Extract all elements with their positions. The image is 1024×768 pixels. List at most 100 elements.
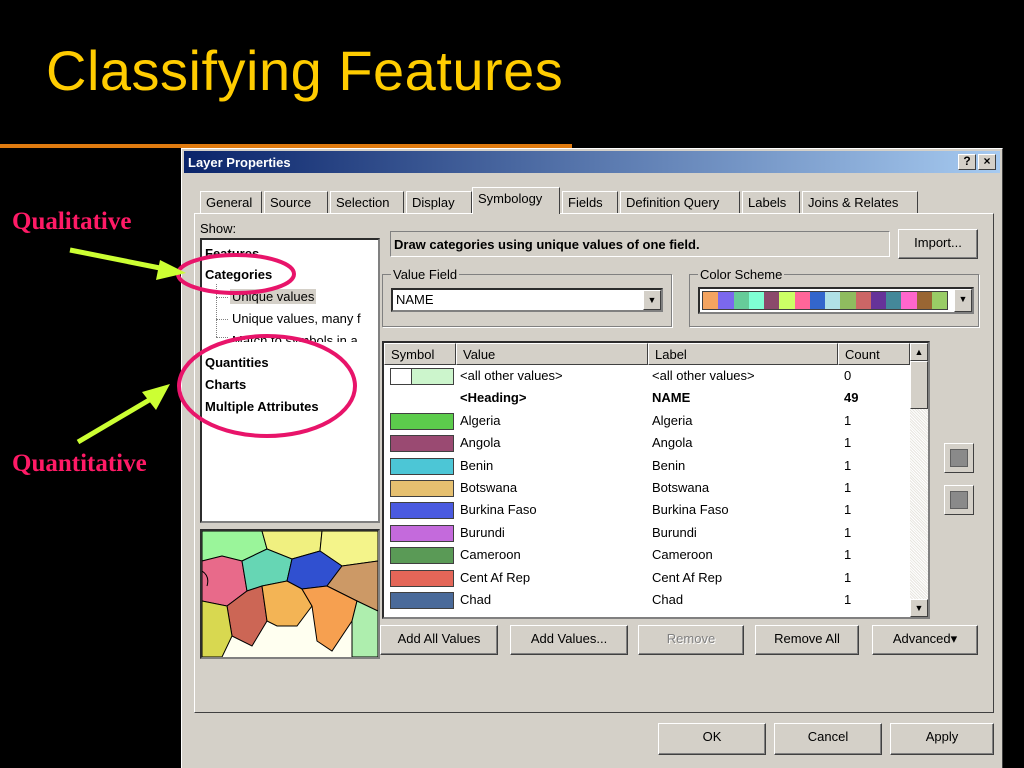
- close-button[interactable]: ×: [978, 154, 996, 170]
- tab-display[interactable]: Display: [406, 191, 472, 213]
- symbol-swatch[interactable]: [390, 435, 454, 453]
- tab-source[interactable]: Source: [264, 191, 328, 213]
- chevron-down-icon[interactable]: ▼: [643, 290, 661, 310]
- scroll-thumb[interactable]: [910, 361, 928, 409]
- quantitative-annotation: Quantitative: [12, 450, 147, 477]
- vertical-scrollbar[interactable]: ▲ ▼: [910, 343, 928, 617]
- table-row[interactable]: Chad Chad 1: [384, 589, 910, 611]
- show-list[interactable]: Features Categories Unique values Unique…: [200, 238, 380, 523]
- slide-title: Classifying Features: [46, 39, 564, 102]
- help-button[interactable]: ?: [958, 154, 976, 170]
- count-cell: 1: [844, 592, 852, 607]
- move-down-icon: [950, 491, 968, 509]
- label-cell: Burundi: [652, 524, 697, 540]
- symbol-swatch[interactable]: [390, 524, 454, 542]
- table-header: Symbol Value Label Count: [384, 343, 910, 365]
- header-label[interactable]: Label: [648, 343, 838, 365]
- tree-branch: [216, 319, 228, 320]
- show-quantities[interactable]: Quantities: [205, 355, 269, 370]
- show-categories[interactable]: Categories: [205, 267, 272, 282]
- color-swatch: [825, 292, 841, 309]
- ok-button[interactable]: OK: [658, 723, 766, 755]
- tree-branch: [216, 337, 228, 338]
- apply-button[interactable]: Apply: [890, 723, 994, 755]
- table-row[interactable]: Burundi Burundi 1: [384, 522, 910, 544]
- table-row[interactable]: Algeria Algeria 1: [384, 410, 910, 432]
- symbol-swatch[interactable]: [390, 547, 454, 565]
- symbol-swatch[interactable]: [390, 412, 454, 430]
- tab-general[interactable]: General: [200, 191, 262, 213]
- map-preview-image: [202, 531, 378, 657]
- quantitative-arrowhead: [142, 384, 170, 410]
- tree-line: [216, 284, 217, 337]
- table-row[interactable]: Angola Angola 1: [384, 432, 910, 454]
- value-cell: Chad: [460, 592, 492, 607]
- label-cell: Burkina Faso: [652, 502, 729, 518]
- scroll-down-button[interactable]: ▼: [910, 599, 928, 617]
- table-row[interactable]: Cent Af Rep Cent Af Rep 1: [384, 567, 910, 589]
- scroll-up-button[interactable]: ▲: [910, 343, 928, 361]
- add-all-values-button[interactable]: Add All Values: [380, 625, 498, 655]
- color-swatch: [840, 292, 856, 309]
- tab-symbology[interactable]: Symbology: [472, 187, 560, 214]
- show-unique-values-many[interactable]: Unique values, many f: [232, 311, 361, 326]
- cancel-button[interactable]: Cancel: [774, 723, 882, 755]
- symbol-swatch[interactable]: [390, 457, 454, 475]
- count-cell: 1: [844, 524, 852, 540]
- table-row[interactable]: <Heading> NAME 49: [384, 387, 910, 409]
- import-button[interactable]: Import...: [898, 229, 978, 259]
- color-swatch: [779, 292, 795, 309]
- show-unique-values[interactable]: Unique values: [230, 289, 317, 304]
- title-bar[interactable]: Layer Properties ? ×: [184, 151, 1000, 173]
- header-value[interactable]: Value: [456, 343, 648, 365]
- header-count[interactable]: Count: [838, 343, 910, 365]
- table-row[interactable]: Cameroon Cameroon 1: [384, 544, 910, 566]
- tab-joins-relates[interactable]: Joins & Relates: [802, 191, 918, 213]
- color-swatch: [733, 292, 749, 309]
- header-symbol[interactable]: Symbol: [384, 343, 456, 365]
- tab-labels[interactable]: Labels: [742, 191, 800, 213]
- count-cell: 1: [844, 457, 852, 473]
- tab-definition-query[interactable]: Definition Query: [620, 191, 740, 213]
- show-match-symbols[interactable]: Match to symbols in a: [232, 333, 358, 342]
- symbol-swatch[interactable]: [390, 569, 454, 587]
- value-field-combo[interactable]: NAME ▼: [391, 288, 663, 312]
- symbol-swatch[interactable]: [390, 368, 454, 385]
- color-scheme-combo[interactable]: ▼: [698, 287, 974, 314]
- color-swatch: [703, 292, 719, 309]
- show-multiple-attributes[interactable]: Multiple Attributes: [205, 399, 319, 414]
- qualitative-arrow: [69, 247, 171, 273]
- tab-selection[interactable]: Selection: [330, 191, 404, 213]
- table-row[interactable]: Benin Benin 1: [384, 455, 910, 477]
- show-label: Show:: [200, 221, 237, 236]
- add-values-button[interactable]: Add Values...: [510, 625, 628, 655]
- color-ramp: [702, 291, 948, 310]
- tab-fields[interactable]: Fields: [562, 191, 618, 213]
- chevron-down-icon[interactable]: ▼: [954, 289, 972, 312]
- advanced-button[interactable]: Advanced▾: [872, 625, 978, 655]
- color-swatch: [718, 292, 734, 309]
- color-swatch: [916, 292, 932, 309]
- remove-button[interactable]: Remove: [638, 625, 744, 655]
- symbol-swatch[interactable]: [390, 502, 454, 520]
- move-up-button[interactable]: [944, 443, 974, 473]
- value-cell: Cameroon: [460, 547, 521, 563]
- value-cell: Algeria: [460, 412, 501, 428]
- color-swatch: [886, 292, 902, 309]
- remove-all-button[interactable]: Remove All: [755, 625, 859, 655]
- table-row[interactable]: <all other values> <all other values> 0: [384, 365, 910, 387]
- value-cell: Botswana: [460, 480, 518, 495]
- show-charts[interactable]: Charts: [205, 377, 246, 392]
- color-swatch: [931, 292, 947, 309]
- symbol-swatch[interactable]: [390, 480, 454, 497]
- description-box: Draw categories using unique values of o…: [390, 231, 890, 257]
- table-row[interactable]: Burkina Faso Burkina Faso 1: [384, 499, 910, 521]
- symbol-swatch[interactable]: [390, 592, 454, 609]
- show-features[interactable]: Features: [205, 246, 259, 256]
- value-field-value: NAME: [396, 292, 434, 307]
- move-down-button[interactable]: [944, 485, 974, 515]
- table-row[interactable]: Botswana Botswana 1: [384, 477, 910, 499]
- values-table[interactable]: Symbol Value Label Count <all other valu…: [382, 341, 930, 619]
- window-title: Layer Properties: [188, 155, 291, 170]
- count-cell: 1: [844, 547, 852, 563]
